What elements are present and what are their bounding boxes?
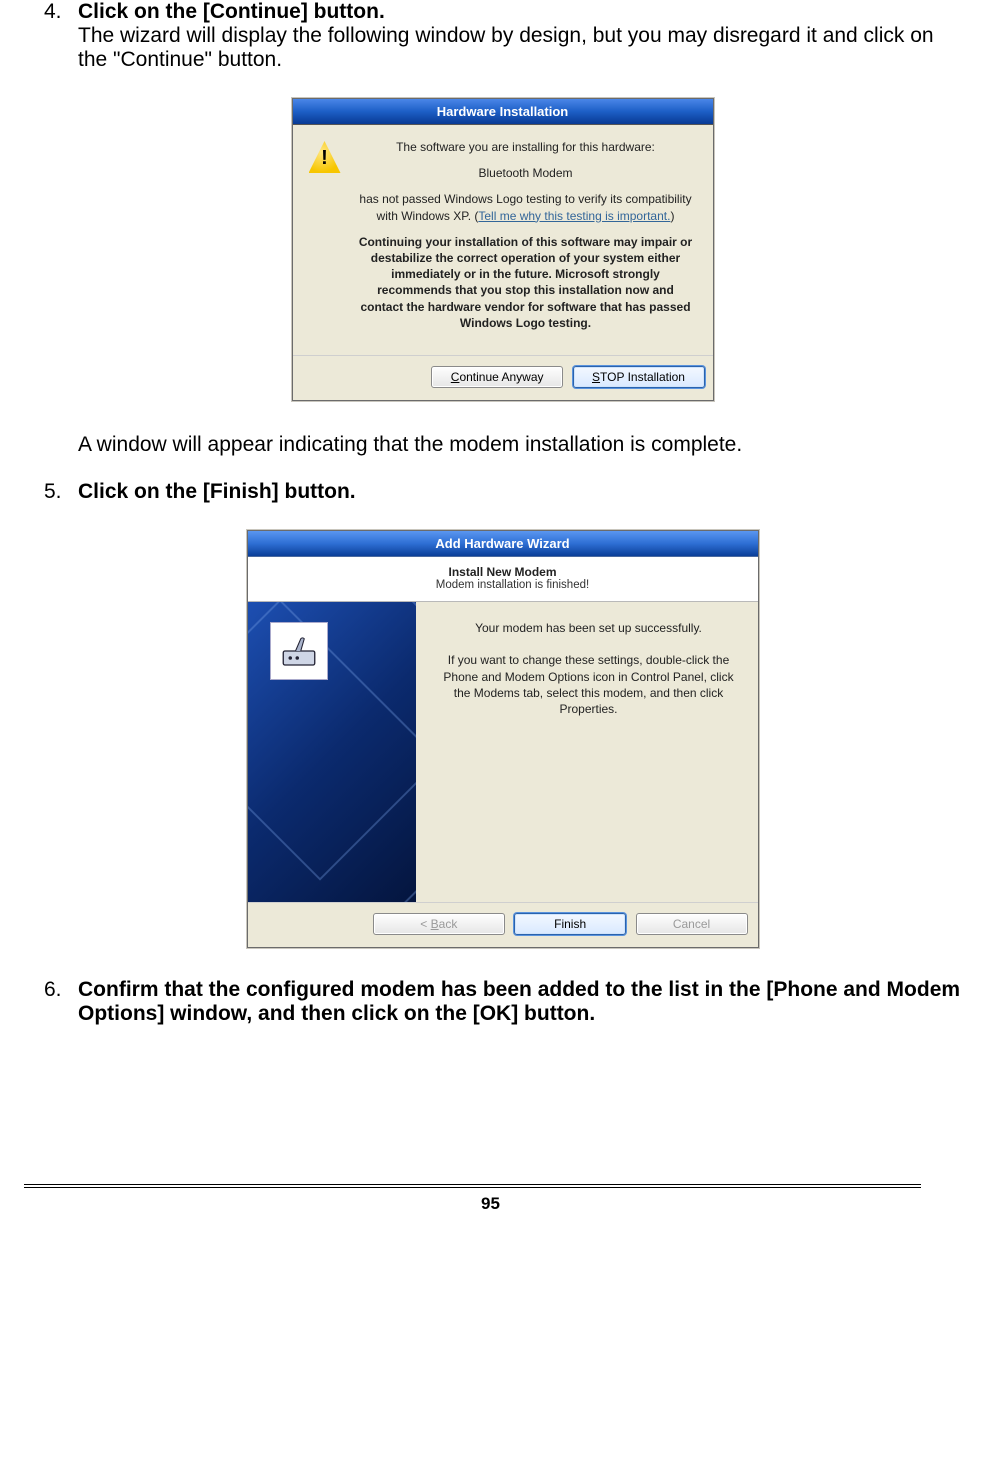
dialog-message: The software you are installing for this…	[355, 139, 697, 341]
step-6: 6. Confirm that the configured modem has…	[44, 978, 961, 1026]
step-4-after: A window will appear indicating that the…	[78, 431, 961, 458]
wizard-instructions: If you want to change these settings, do…	[440, 652, 738, 717]
step-6-title: Confirm that the configured modem has be…	[78, 978, 960, 1025]
msg-logo-test: has not passed Windows Logo testing to v…	[355, 191, 697, 223]
step-4-body: The wizard will display the following wi…	[78, 24, 934, 71]
stop-installation-button[interactable]: STOP Installation	[573, 366, 705, 388]
step-4: 4. Click on the [Continue] button. The w…	[44, 0, 961, 72]
wizard-sidebar	[248, 602, 416, 902]
footer-rule	[24, 1184, 921, 1185]
msg-hardware: Bluetooth Modem	[355, 165, 697, 181]
step-4-title: Click on the [Continue] button.	[78, 0, 385, 23]
continue-anyway-button[interactable]: Continue Anyway	[431, 366, 563, 388]
hardware-installation-dialog-figure: Hardware Installation The software you a…	[44, 98, 961, 401]
modem-icon	[270, 622, 328, 680]
hardware-installation-dialog: Hardware Installation The software you a…	[292, 98, 714, 401]
step-number: 6.	[44, 978, 78, 1026]
step-number: 5.	[44, 480, 78, 504]
back-button[interactable]: < Back	[373, 913, 505, 935]
tell-me-why-link[interactable]: Tell me why this testing is important.	[478, 209, 670, 223]
step-number: 4.	[44, 0, 78, 72]
footer-rule	[24, 1187, 921, 1188]
dialog-button-row: < Back Finish Cancel	[248, 902, 758, 947]
wizard-body: Your modem has been set up successfully.…	[416, 602, 758, 902]
step-5: 5. Click on the [Finish] button.	[44, 480, 961, 504]
add-hardware-wizard-figure: Add Hardware Wizard Install New Modem Mo…	[44, 530, 961, 948]
msg-warning-bold: Continuing your installation of this sof…	[355, 234, 697, 331]
cancel-button[interactable]: Cancel	[636, 913, 748, 935]
wizard-success: Your modem has been set up successfully.	[440, 620, 738, 636]
dialog-titlebar: Hardware Installation	[293, 99, 713, 125]
dialog-titlebar: Add Hardware Wizard	[248, 531, 758, 557]
warning-icon	[309, 141, 341, 173]
page-number: 95	[0, 1194, 981, 1214]
msg-line1: The software you are installing for this…	[355, 139, 697, 155]
add-hardware-wizard-dialog: Add Hardware Wizard Install New Modem Mo…	[247, 530, 759, 948]
wizard-subtitle: Modem installation is finished!	[262, 579, 744, 591]
step-5-title: Click on the [Finish] button.	[78, 480, 356, 503]
wizard-title: Install New Modem	[262, 565, 744, 579]
dialog-button-row: Continue Anyway STOP Installation	[293, 355, 713, 400]
wizard-header: Install New Modem Modem installation is …	[248, 557, 758, 602]
finish-button[interactable]: Finish	[514, 913, 626, 935]
